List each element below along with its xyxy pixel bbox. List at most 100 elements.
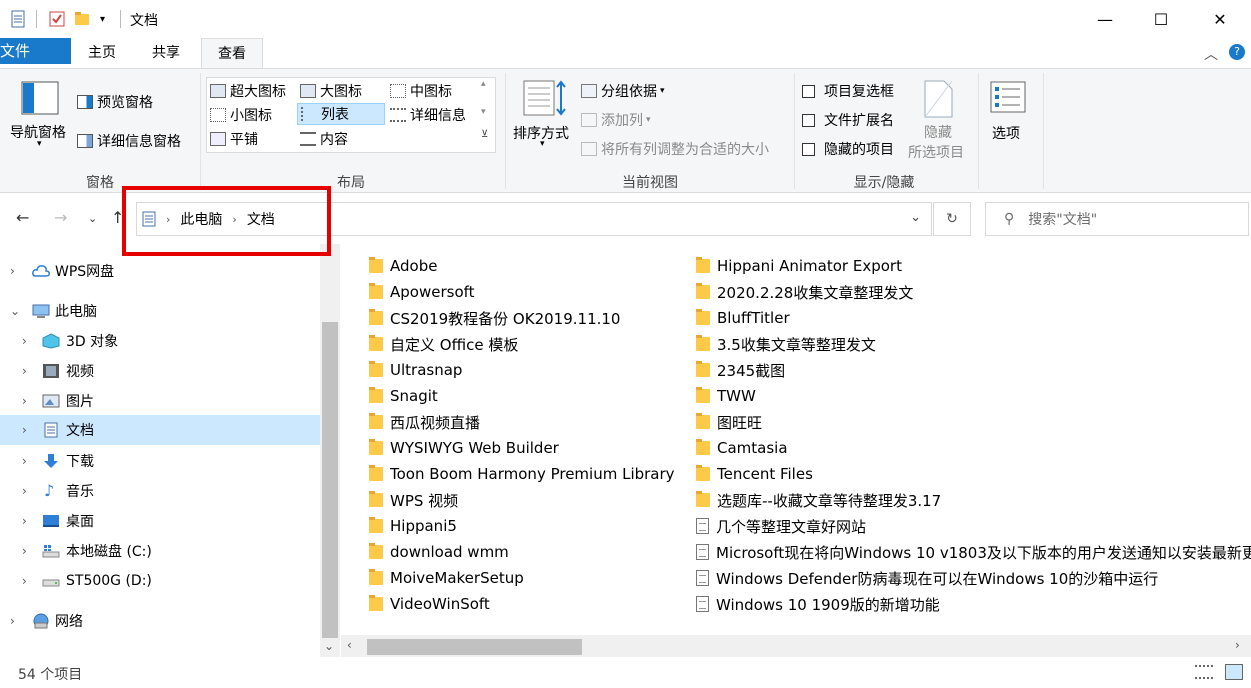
expand-chevron-icon[interactable]: › [22,394,27,408]
navigation-pane-dropdown-icon[interactable]: ▾ [37,139,42,149]
file-item[interactable]: 2020.2.28收集文章整理发文 [696,279,913,305]
file-item[interactable]: Camtasia [696,435,788,461]
properties-quick-icon[interactable] [48,8,66,30]
details-view-icon[interactable] [1195,665,1213,679]
file-item[interactable]: WYSIWYG Web Builder [369,435,559,461]
tree-item-music[interactable]: › ♪ 音乐 [0,476,320,506]
file-item[interactable]: Windows 10 1909版的新增功能 [696,591,940,617]
document-app-icon[interactable] [10,10,26,28]
hide-selected-line1[interactable]: 隐藏 [924,122,952,142]
file-item[interactable]: Hippani Animator Export [696,253,902,279]
file-item[interactable]: TWW [696,383,756,409]
expand-chevron-icon[interactable]: › [22,574,27,588]
details-pane-button[interactable]: 详细信息窗格 [77,131,181,151]
tree-item-wps-cloud[interactable]: › WPS网盘 [0,256,320,286]
details-option[interactable]: 详细信息 [390,105,466,125]
file-item[interactable]: 3.5收集文章等整理发文 [696,331,876,357]
file-list-hscroll-thumb[interactable] [367,639,582,655]
sort-by-dropdown-icon[interactable]: ▾ [540,139,545,149]
file-item[interactable]: Microsoft现在将向Windows 10 v1803及以下版本的用户发送通… [696,539,1251,565]
add-column-button[interactable]: 添加列 ▾ [581,110,651,130]
help-icon[interactable]: ? [1229,44,1245,60]
close-button[interactable]: ✕ [1190,0,1250,38]
content-option[interactable]: 内容 [300,129,348,149]
maximize-button[interactable]: ☐ [1131,0,1191,38]
address-history-chevron-icon[interactable]: ⌄ [910,210,921,225]
file-item[interactable]: 西瓜视频直播 [369,409,480,435]
file-item[interactable]: Windows Defender防病毒现在可以在Windows 10的沙箱中运行 [696,565,1158,591]
customize-quick-access-chevron-icon[interactable]: ▾ [100,8,105,30]
navigation-pane-icon[interactable] [21,81,59,119]
tree-item-desktop[interactable]: › 桌面 [0,506,320,536]
tab-file[interactable]: 文件 [0,38,71,64]
preview-pane-button[interactable]: 预览窗格 [77,92,153,112]
refresh-icon[interactable]: ↻ [933,202,971,236]
tiles-option[interactable]: 平铺 [210,129,258,149]
expand-chevron-icon[interactable]: › [22,334,27,348]
file-extensions-option[interactable]: 文件扩展名 [802,110,894,130]
tab-home[interactable]: 主页 [72,38,132,68]
tab-view[interactable]: 查看 [201,38,263,69]
file-extensions-checkbox[interactable] [802,113,815,127]
expand-chevron-icon[interactable]: › [22,423,27,437]
scroll-right-chevron-icon[interactable]: › [1235,638,1240,652]
file-item[interactable]: 图旺旺 [696,409,762,435]
new-folder-quick-icon[interactable] [74,8,90,30]
file-item[interactable]: Apowersoft [369,279,475,305]
file-item[interactable]: Adobe [369,253,437,279]
search-box[interactable]: ⚲ 搜索"文档" [985,202,1249,236]
tree-item-network[interactable]: › 网络 [0,606,320,636]
file-item[interactable]: download wmm [369,539,509,565]
file-item[interactable]: 2345截图 [696,357,785,383]
tree-item-drive-c[interactable]: › 本地磁盘 (C:) [0,536,320,566]
scroll-left-chevron-icon[interactable]: ‹ [347,638,352,652]
tree-item-this-pc[interactable]: ⌄ 此电脑 [0,296,320,326]
hide-selected-icon[interactable] [922,79,954,123]
file-item[interactable]: CS2019教程备份 OK2019.11.10 [369,305,620,331]
collapse-chevron-icon[interactable]: ⌄ [10,304,20,318]
file-item[interactable]: 自定义 Office 模板 [369,331,518,357]
tree-item-documents[interactable]: › 文档 [0,415,320,445]
group-by-button[interactable]: 分组依据 ▾ [581,81,665,101]
file-item[interactable]: WPS 视频 [369,487,458,513]
extra-large-icons-option[interactable]: 超大图标 [210,81,286,101]
large-icons-view-icon[interactable] [1225,664,1243,680]
recent-locations-chevron-icon[interactable]: ⌄ [88,212,97,225]
small-icons-option[interactable]: 小图标 [210,105,272,125]
sort-by-icon[interactable] [523,79,569,123]
file-item[interactable]: BluffTitler [696,305,790,331]
file-item[interactable]: Tencent Files [696,461,813,487]
forward-arrow-icon[interactable]: → [54,208,67,227]
file-item[interactable]: Ultrasnap [369,357,462,383]
expand-chevron-icon[interactable]: › [22,484,27,498]
medium-icons-option[interactable]: 中图标 [390,81,452,101]
nav-pane-scroll-thumb[interactable] [322,322,338,638]
expand-chevron-icon[interactable]: › [22,364,27,378]
expand-chevron-icon[interactable]: › [10,614,15,628]
list-option[interactable]: 列表 [297,103,385,125]
expand-chevron-icon[interactable]: › [22,454,27,468]
hidden-items-option[interactable]: 隐藏的项目 [802,139,894,159]
file-item[interactable]: Toon Boom Harmony Premium Library [369,461,675,487]
hide-selected-line2[interactable]: 所选项目 [908,142,964,162]
expand-chevron-icon[interactable]: › [10,264,15,278]
file-item[interactable]: VideoWinSoft [369,591,490,617]
expand-chevron-icon[interactable]: › [22,514,27,528]
expand-chevron-icon[interactable]: › [22,544,27,558]
file-item[interactable]: Hippani5 [369,513,457,539]
file-item[interactable]: 选题库--收藏文章等待整理发3.17 [696,487,941,513]
fit-columns-button[interactable]: 将所有列调整为合适的大小 [581,139,769,159]
options-button[interactable]: 选项 [992,123,1020,143]
tree-item-downloads[interactable]: › 下载 [0,446,320,476]
tree-item-drive-d[interactable]: › ST500G (D:) [0,566,320,596]
layout-scroll-down-icon[interactable]: ▾ [481,107,486,117]
layout-expand-icon[interactable]: ⊻ [481,129,488,140]
collapse-ribbon-chevron-icon[interactable]: ︿ [1204,44,1218,64]
scroll-down-chevron-icon[interactable]: ⌄ [324,639,334,653]
file-item[interactable]: 几个等整理文章好网站 [696,513,866,539]
tree-item-videos[interactable]: › 视频 [0,356,320,386]
item-checkboxes-checkbox[interactable] [802,84,815,98]
layout-scroll-up-icon[interactable]: ▴ [481,79,486,89]
tree-item-3d-objects[interactable]: › 3D 对象 [0,326,320,356]
file-item[interactable]: Snagit [369,383,438,409]
